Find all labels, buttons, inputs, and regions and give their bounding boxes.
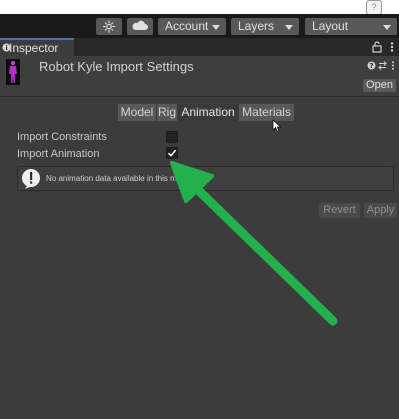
annotation-arrow xyxy=(170,161,338,326)
